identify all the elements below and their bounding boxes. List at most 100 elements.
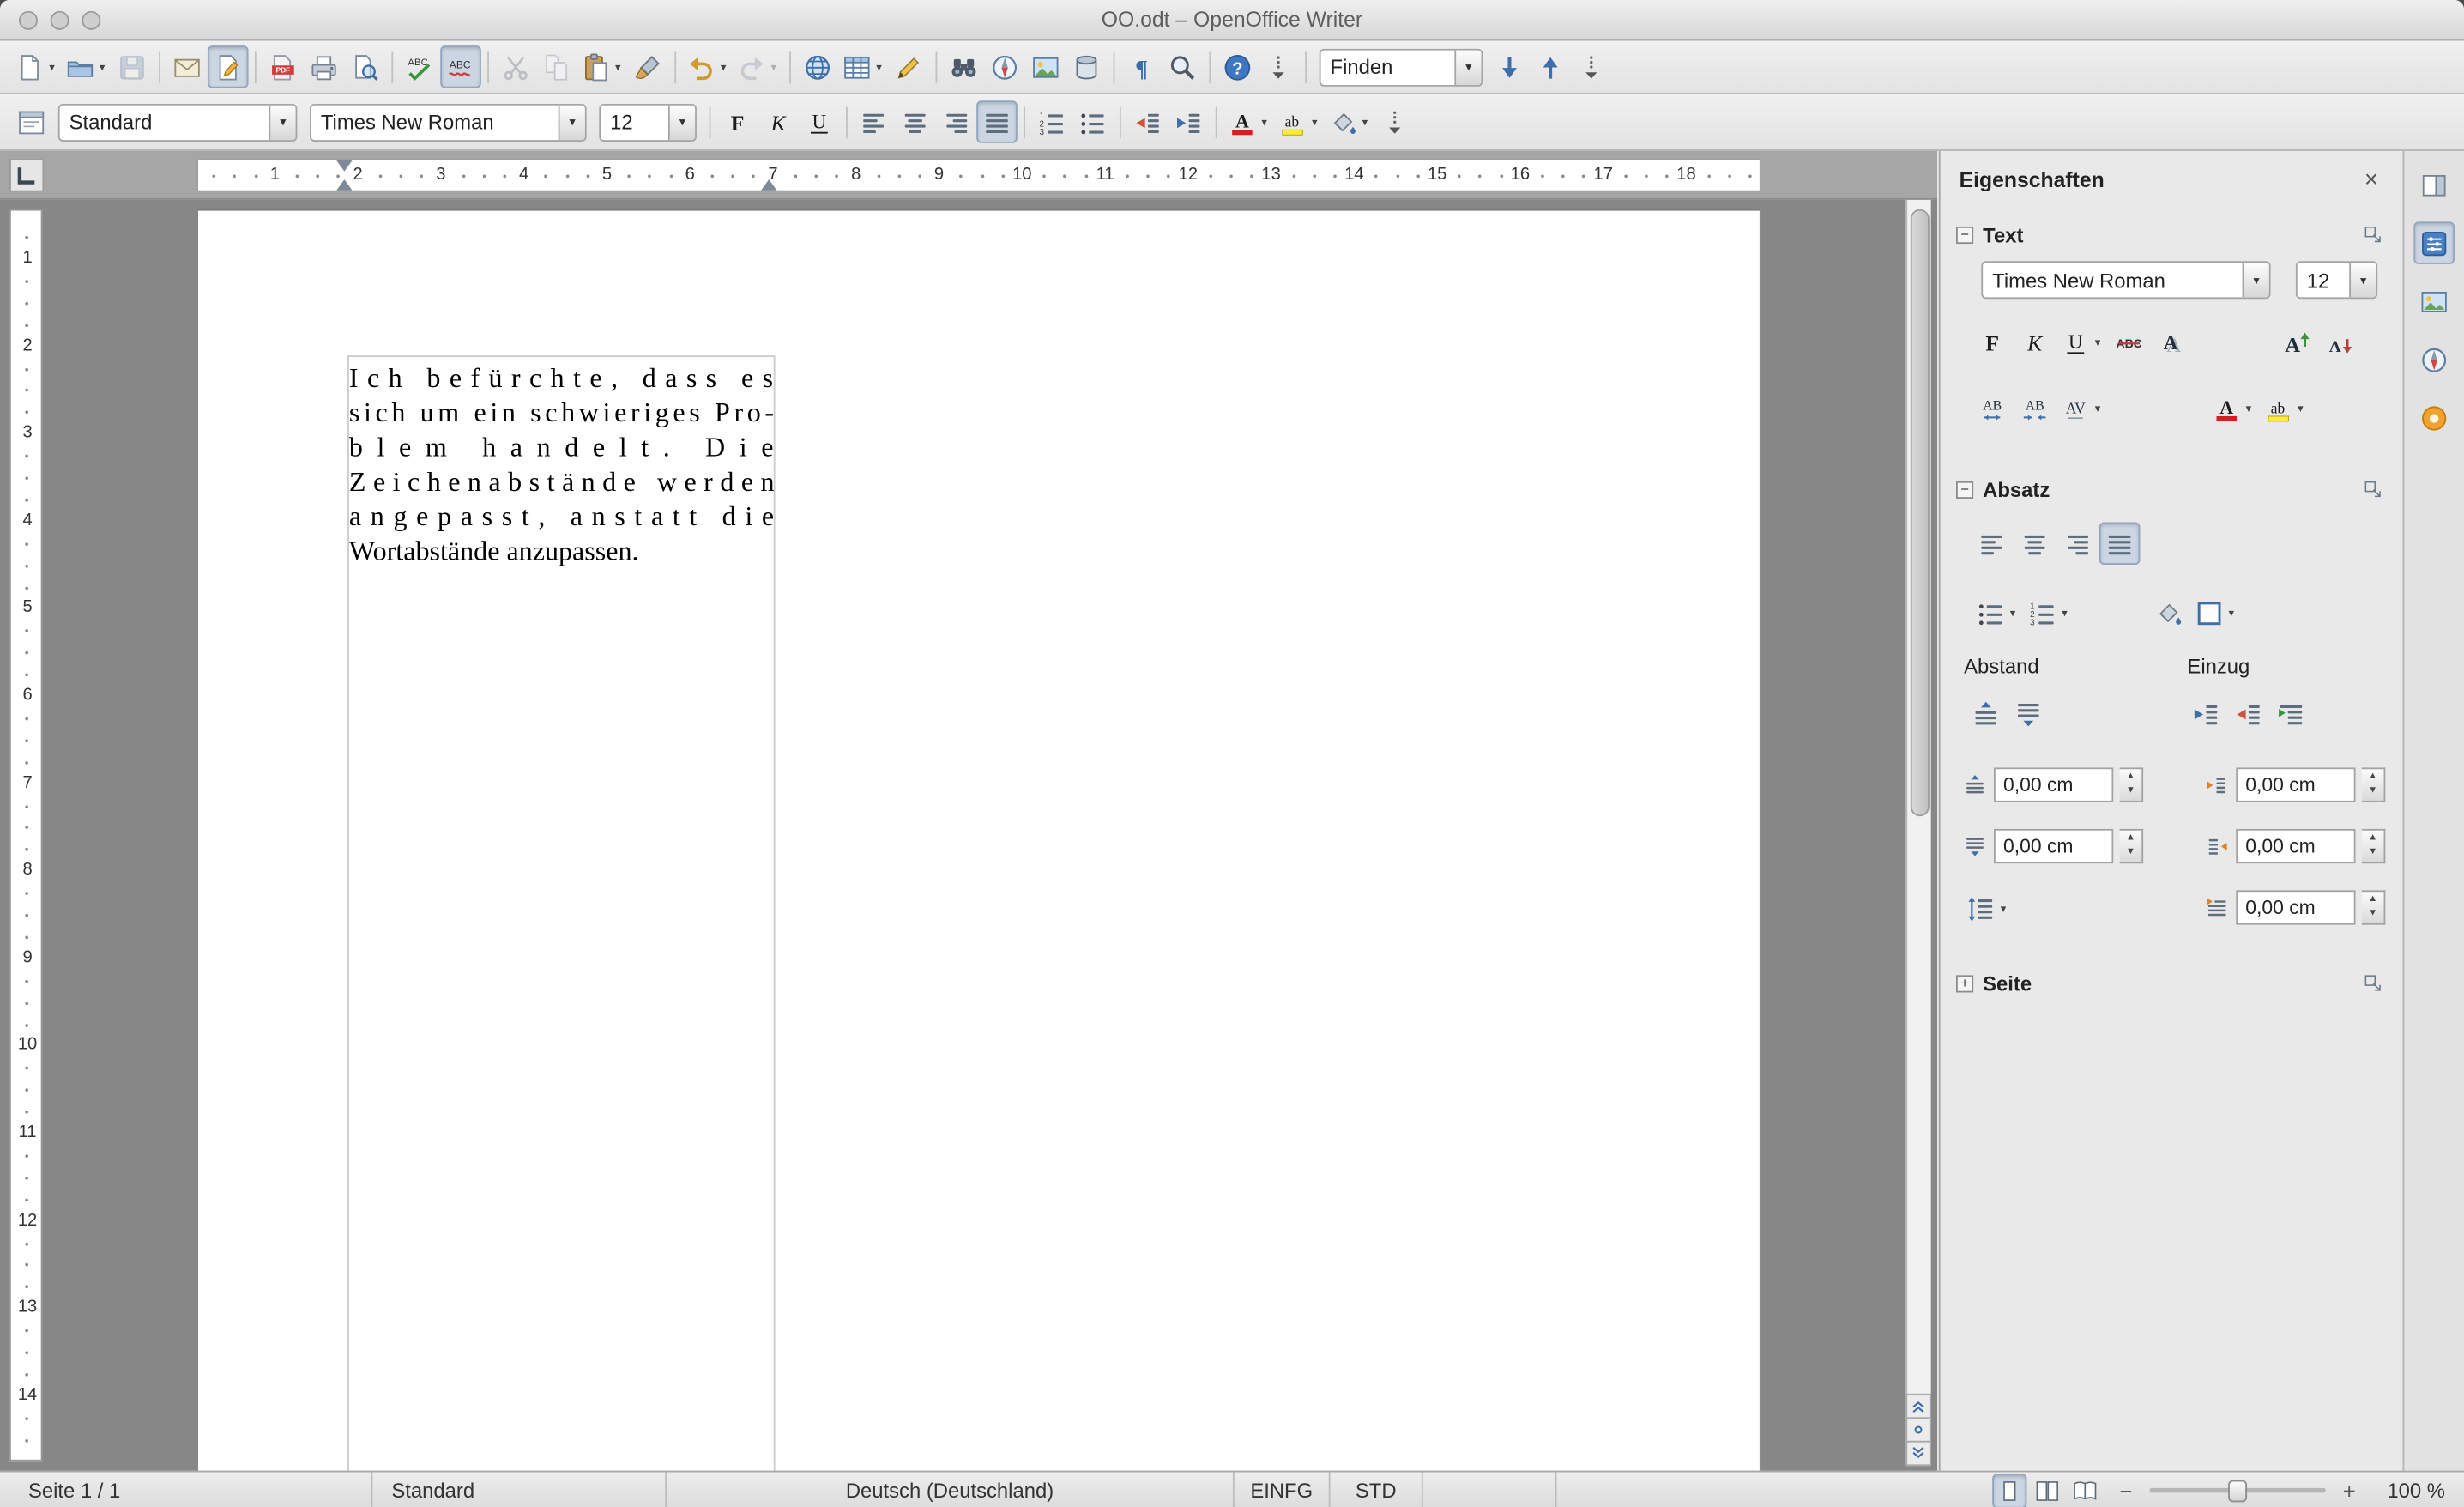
- status-selection-mode[interactable]: STD: [1331, 1473, 1422, 1507]
- sidebar-numbered-list-dropdown[interactable]: ▾: [2058, 607, 2071, 619]
- single-page-view-button[interactable]: [1992, 1473, 2027, 1507]
- bold-button[interactable]: F: [717, 100, 758, 142]
- line-spacing-button[interactable]: ▾: [1962, 887, 2013, 929]
- zoom-slider-thumb[interactable]: [2228, 1479, 2248, 1502]
- para-align-center-button[interactable]: [2014, 522, 2056, 564]
- document-text-line[interactable]: Zeichenabstände werden: [349, 466, 775, 500]
- multi-page-view-button[interactable]: [2030, 1473, 2064, 1507]
- paste-dropdown[interactable]: ▾: [612, 61, 625, 73]
- hyperlink-button[interactable]: [797, 45, 838, 88]
- justify-button[interactable]: [976, 100, 1018, 143]
- vertical-ruler[interactable]: 1 2 3 4 5 6 7 8 9 10 11 12 13 14: [9, 200, 44, 1471]
- undo-dropdown[interactable]: ▾: [717, 61, 730, 73]
- sidebar-panel-menu-button[interactable]: [2413, 164, 2455, 206]
- sidebar-close-button[interactable]: ×: [2358, 166, 2383, 192]
- zoom-slider[interactable]: [2149, 1479, 2326, 1502]
- hanging-indent-button[interactable]: [2271, 692, 2312, 734]
- tab-styles-button[interactable]: [2413, 396, 2455, 439]
- format-toolbar-options-button[interactable]: [1374, 100, 1416, 142]
- paragraph-dialog-launcher-icon[interactable]: [2362, 478, 2384, 500]
- status-page-style[interactable]: Standard: [372, 1473, 665, 1507]
- vertical-ruler-scale[interactable]: 1 2 3 4 5 6 7 8 9 10 11 12 13 14: [9, 209, 43, 1462]
- right-indent-marker[interactable]: [761, 179, 777, 191]
- spacing-below-paragraph-input[interactable]: 0,00 cm: [1993, 828, 2114, 864]
- status-insert-mode[interactable]: EINFG: [1235, 1473, 1329, 1507]
- horizontal-ruler-scale[interactable]: 1 2 3 4 5 6 7 8 9 10 11 12 13 14 15 16 17 18: [196, 159, 1761, 192]
- document-text[interactable]: Ich befürchte, dass es sich um ein schwie…: [349, 362, 775, 570]
- new-document-dropdown[interactable]: ▾: [45, 61, 58, 73]
- document-text-line[interactable]: angepasst, anstatt die: [349, 500, 774, 535]
- increase-indent-button[interactable]: [1169, 100, 1210, 142]
- font-color-dropdown[interactable]: ▾: [1258, 116, 1271, 129]
- background-color-button[interactable]: ▾: [1324, 100, 1374, 142]
- paragraph-background-color-button[interactable]: [2148, 591, 2189, 633]
- sidebar-font-color-button[interactable]: A ▾: [2207, 387, 2258, 429]
- open-dropdown[interactable]: ▾: [96, 61, 109, 73]
- sidebar-font-size-combo[interactable]: 12 ▾: [2295, 261, 2378, 300]
- underline-button[interactable]: U: [799, 100, 840, 142]
- sidebar-increase-indent-button[interactable]: [2186, 692, 2227, 734]
- previous-page-button[interactable]: [1905, 1393, 1931, 1419]
- align-center-button[interactable]: [895, 100, 936, 142]
- print-button[interactable]: [304, 45, 345, 88]
- sidebar-font-color-dropdown[interactable]: ▾: [2243, 402, 2256, 415]
- export-pdf-button[interactable]: PDF: [263, 45, 304, 88]
- bullet-list-button[interactable]: [1072, 100, 1114, 142]
- background-color-dropdown[interactable]: ▾: [1359, 116, 1372, 129]
- tab-navigator-button[interactable]: [2413, 338, 2455, 380]
- align-right-button[interactable]: [936, 100, 977, 142]
- help-button[interactable]: ?: [1217, 45, 1259, 88]
- toolbar-options-button[interactable]: [1258, 45, 1299, 88]
- status-page-count[interactable]: Seite 1 / 1: [0, 1473, 371, 1507]
- increase-spacing-button[interactable]: AB: [1972, 387, 2013, 429]
- font-color-button[interactable]: A ▾: [1223, 100, 1274, 142]
- zoom-out-button[interactable]: −: [2115, 1478, 2137, 1503]
- navigator-button[interactable]: [984, 45, 1025, 88]
- sidebar-font-name-arrow[interactable]: ▾: [2242, 263, 2269, 298]
- highlighting-dropdown[interactable]: ▾: [1308, 116, 1321, 129]
- sidebar-decrease-indent-button[interactable]: [2228, 692, 2269, 734]
- draw-functions-button[interactable]: [889, 45, 930, 88]
- paragraph-indent-marker[interactable]: [336, 179, 353, 191]
- sidebar-font-size-arrow[interactable]: ▾: [2349, 263, 2376, 298]
- nonprinting-characters-button[interactable]: ¶: [1121, 45, 1163, 88]
- zoom-in-button[interactable]: +: [2338, 1478, 2360, 1503]
- document-text-line[interactable]: Wortabstände anzupassen.: [349, 535, 774, 569]
- tab-gallery-button[interactable]: [2413, 280, 2455, 322]
- document-page[interactable]: Ich befürchte, dass es sich um ein schwie…: [196, 209, 1761, 1471]
- find-next-button[interactable]: [1489, 45, 1531, 88]
- para-align-left-button[interactable]: [1972, 522, 2013, 564]
- data-sources-button[interactable]: [1066, 45, 1108, 88]
- decrease-font-size-button[interactable]: A: [2319, 321, 2360, 363]
- insert-table-button[interactable]: ▾: [838, 45, 889, 88]
- sidebar-numbered-list-button[interactable]: 1 2 3 ▾: [2024, 591, 2074, 633]
- indent-after-text-stepper[interactable]: ▲ ▼: [2361, 828, 2386, 864]
- text-section-expander[interactable]: −: [1956, 226, 1974, 244]
- spacing-below-paragraph-stepper[interactable]: ▲ ▼: [2119, 828, 2144, 864]
- zoom-level[interactable]: 100 %: [2373, 1479, 2445, 1502]
- document-text-line[interactable]: Ich befürchte, dass es: [349, 362, 774, 396]
- insert-table-dropdown[interactable]: ▾: [873, 61, 885, 73]
- underline-button[interactable]: U ▾: [2056, 321, 2107, 363]
- autospellcheck-button[interactable]: ABC: [440, 45, 481, 88]
- para-align-right-button[interactable]: [2056, 522, 2098, 564]
- horizontal-ruler[interactable]: 1 2 3 4 5 6 7 8 9 10 11 12 13 14 15 16 17 18: [0, 150, 1938, 200]
- edit-file-button[interactable]: [207, 45, 249, 88]
- para-justify-button[interactable]: [2099, 522, 2141, 565]
- increase-paragraph-spacing-button[interactable]: [1966, 692, 2007, 734]
- page-preview-button[interactable]: [344, 45, 385, 88]
- bold-button[interactable]: F: [1972, 321, 2013, 363]
- undo-button[interactable]: ▾: [682, 45, 733, 88]
- maximize-window-button[interactable]: [82, 10, 101, 30]
- find-replace-button[interactable]: [944, 45, 985, 88]
- character-spacing-button[interactable]: AV ▾: [2056, 387, 2107, 429]
- gallery-button[interactable]: [1025, 45, 1066, 88]
- align-left-button[interactable]: [854, 100, 895, 142]
- close-window-button[interactable]: [18, 10, 38, 30]
- format-paintbrush-button[interactable]: [627, 45, 668, 88]
- paragraph-style-combo[interactable]: Standard ▾: [57, 103, 298, 142]
- styles-panel-button[interactable]: [11, 100, 52, 142]
- paragraph-section-expander[interactable]: −: [1956, 480, 1974, 499]
- underline-dropdown[interactable]: ▾: [2092, 336, 2105, 348]
- text-dialog-launcher-icon[interactable]: [2362, 223, 2384, 245]
